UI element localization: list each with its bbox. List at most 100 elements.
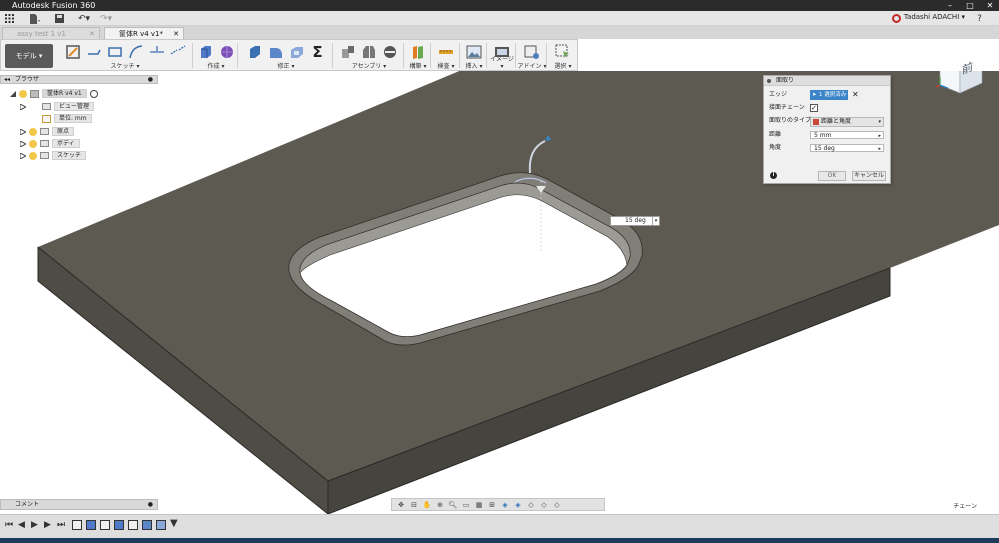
zoom-window-icon[interactable]: ⊕ [435,500,445,509]
visual-style-2-icon[interactable]: ◈ [513,500,523,509]
line-icon[interactable] [85,43,103,61]
expand-triangle-icon[interactable] [20,140,26,147]
visibility-bulb-icon[interactable] [29,151,37,160]
sphere-icon[interactable] [218,43,236,61]
visibility-bulb-icon[interactable] [29,127,37,136]
tangent-chain-checkbox[interactable]: ✓ [810,104,818,112]
extrude-icon[interactable] [197,43,215,61]
angle-input[interactable]: 15 deg ▸ [810,144,884,152]
workspace-switcher[interactable]: モデル ▾ [5,44,53,68]
zoom-icon[interactable]: 🔍︎ [448,500,458,509]
expand-triangle-icon[interactable] [20,152,26,159]
scripts-icon[interactable] [523,43,541,61]
angle-label: 角度 [769,144,782,151]
ribbon-toolbar: モデル ▾ スケッチ ▾ 作成 ▾ Σ 修正 ▾ アセンブリ ▾ 構築 ▾ 検査… [0,39,578,71]
expand-triangle-icon[interactable] [20,103,26,110]
activate-radio-icon[interactable] [89,89,98,98]
tab-housing[interactable]: 筐体R v4 v1* ✕ [104,27,184,39]
go-to-end-icon[interactable]: ⏭ [57,520,65,530]
edge-selection-button[interactable]: ➤ 1 選択済み [810,90,848,100]
browser-item-units[interactable]: 単位: mm [20,113,92,124]
browser-item-view-management[interactable]: ビュー管理 [20,101,95,112]
arc-icon[interactable] [127,43,145,61]
step-back-icon[interactable]: ◀ [18,520,25,530]
group-label: アセンブリ ▾ [351,63,387,70]
dropdown-arrow-icon[interactable]: ▸ [878,132,881,140]
expand-triangle-icon[interactable] [10,90,16,97]
dialog-header[interactable]: 面取り [764,76,890,86]
parameters-sigma-icon[interactable]: Σ [309,43,327,61]
timeline-feature-extrude[interactable] [114,520,124,530]
redo-icon[interactable]: ↷▾ [98,13,114,24]
rectangle-icon[interactable] [106,43,124,61]
collapse-dot-icon[interactable] [767,79,771,83]
new-component-icon[interactable] [339,43,357,61]
press-pull-icon[interactable] [246,43,264,61]
help-icon[interactable]: ? [974,13,985,24]
display-settings-icon[interactable]: ▭ [461,500,471,509]
record-icon[interactable] [892,14,901,23]
visibility-bulb-icon[interactable] [29,139,37,148]
visual-style-1-icon[interactable]: ◈ [500,500,510,509]
timeline-feature-sketch[interactable] [72,520,82,530]
angle-manipulator-input[interactable]: 15 deg ▾ [610,216,660,226]
pin-icon[interactable]: ● [148,76,153,84]
pan-hand-icon[interactable]: ✋ [422,500,432,509]
joint-icon[interactable] [360,43,378,61]
collapse-arrows-icon[interactable]: ◂◂ [4,76,10,84]
timeline-feature-sketch[interactable] [100,520,110,530]
orbit-icon[interactable]: ✥ [396,500,406,509]
chamfer-type-value: 距離と角度 [821,118,852,125]
maximize-button[interactable]: □ [963,0,977,11]
ok-button[interactable]: OK [818,171,846,181]
browser-root-item[interactable]: 筐体R v4 v1 [10,88,98,99]
visibility-bulb-icon[interactable] [19,89,27,98]
timeline-marker-icon[interactable]: ▼ [170,518,178,529]
joint-origin-icon[interactable] [381,43,399,61]
browser-item-origin[interactable]: 原点 [20,126,75,137]
dropdown-arrow-icon[interactable]: ▾ [652,217,659,225]
timeline-feature-fillet[interactable] [142,520,152,530]
offset-plane-icon[interactable] [409,43,427,61]
undo-icon[interactable]: ↶▾ [76,13,92,24]
step-forward-icon[interactable]: ▶ [44,520,51,530]
measure-icon[interactable] [437,43,455,61]
info-icon[interactable]: i [770,172,777,179]
insert-image-icon[interactable] [465,43,483,61]
data-panel-grid-icon[interactable] [4,13,15,24]
browser-item-bodies[interactable]: ボディ [20,138,80,149]
file-menu-icon[interactable] [28,13,42,24]
chamfer-type-dropdown[interactable]: 距離と角度 ▾ [810,117,884,127]
assemble-group: アセンブリ ▾ [334,40,404,71]
timeline-feature-extrude[interactable] [86,520,96,530]
close-window-button[interactable]: ✕ [983,0,997,11]
dropdown-arrow-icon[interactable]: ▸ [878,145,881,153]
distance-input[interactable]: 5 mm ▸ [810,131,884,139]
clear-selection-icon[interactable]: ✕ [852,90,859,100]
user-menu[interactable]: Tadashi ADACHI ▾ [904,13,965,21]
look-at-icon[interactable]: ⊟ [409,500,419,509]
trim-icon[interactable] [148,43,166,61]
grid-settings-icon[interactable]: ▦ [474,500,484,509]
offset-icon[interactable] [169,43,187,61]
cancel-button[interactable]: キャンセル [852,171,886,181]
sketch-icon[interactable] [64,43,82,61]
play-icon[interactable]: ▶ [31,520,38,530]
expand-triangle-icon[interactable] [20,128,26,135]
shell-icon[interactable] [288,43,306,61]
viewports-icon[interactable]: ⊞ [487,500,497,509]
visual-style-5-icon[interactable]: ◇ [552,500,562,509]
pin-icon[interactable]: ● [148,500,153,509]
browser-item-sketches[interactable]: スケッチ [20,150,87,161]
fillet-icon[interactable] [267,43,285,61]
timeline-feature-chamfer[interactable] [156,520,166,530]
tab-assy-test[interactable]: assy test 1 v1 ✕ [2,27,100,39]
dropdown-arrow-icon: ▾ [878,119,881,125]
timeline-feature-sketch[interactable] [128,520,138,530]
save-icon[interactable] [54,13,65,24]
go-to-start-icon[interactable]: ⏮ [5,520,13,530]
visual-style-3-icon[interactable]: ◇ [526,500,536,509]
select-icon[interactable] [554,43,572,61]
visual-style-4-icon[interactable]: ◇ [539,500,549,509]
minimize-button[interactable]: – [943,0,957,11]
